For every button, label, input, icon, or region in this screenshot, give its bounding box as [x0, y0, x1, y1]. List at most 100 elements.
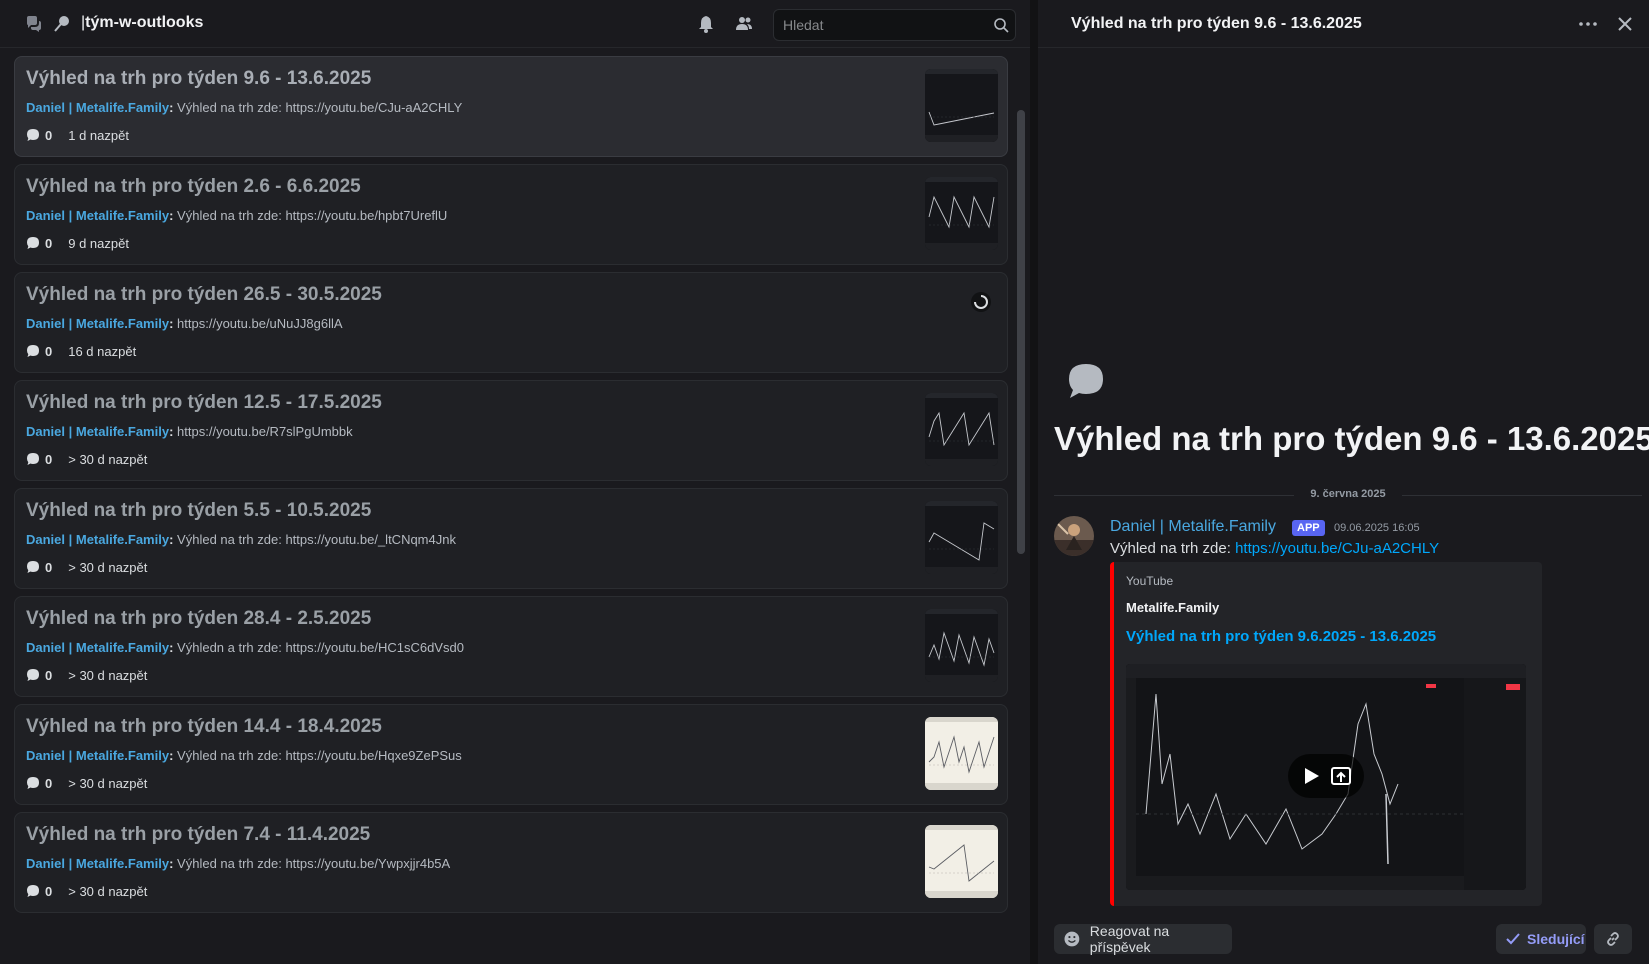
post-title[interactable]: Výhled na trh pro týden 12.5 - 17.5.2025 — [26, 392, 382, 414]
post-thumbnail[interactable] — [925, 825, 998, 898]
channel-name: |tým-w-outlooks — [81, 14, 204, 31]
app-badge: APP — [1292, 520, 1325, 536]
post-meta: 0 16 d nazpět — [26, 343, 136, 359]
post-title[interactable]: Výhled na trh pro týden 2.6 - 6.6.2025 — [26, 176, 361, 198]
post-title[interactable]: Výhled na trh pro týden 26.5 - 30.5.2025 — [26, 284, 382, 306]
search-input[interactable] — [783, 17, 985, 33]
post-card[interactable]: Výhled na trh pro týden 5.5 - 10.5.2025 D… — [14, 488, 1008, 589]
post-thumbnail[interactable] — [925, 717, 998, 790]
post-card[interactable]: Výhled na trh pro týden 9.6 - 13.6.2025 D… — [14, 56, 1008, 157]
post-author[interactable]: Daniel | Metalife.Family — [26, 856, 169, 871]
post-title[interactable]: Výhled na trh pro týden 7.4 - 11.4.2025 — [26, 824, 370, 846]
post-preview-text: Výhled na trh zde: https://youtu.be/CJu-… — [177, 100, 463, 115]
avatar[interactable] — [1054, 516, 1094, 556]
post-preview: Daniel | Metalife.Family: Výhled na trh … — [26, 208, 447, 223]
post-card[interactable]: Výhled na trh pro týden 14.4 - 18.4.2025… — [14, 704, 1008, 805]
app-window: |tým-w-outlooks Výhled na trh pro týden … — [0, 0, 1649, 964]
search-field[interactable] — [773, 9, 1016, 41]
post-meta: 0 > 30 d nazpět — [26, 451, 147, 467]
members-icon[interactable] — [734, 14, 754, 34]
reply-count: 0 — [45, 667, 53, 683]
thread-title: Výhled na trh pro týden 9.6 - 13.6.2025 — [1054, 420, 1649, 457]
post-age: > 30 d nazpět — [68, 667, 148, 683]
pin-icon — [54, 16, 69, 32]
copy-link-button[interactable] — [1594, 924, 1632, 954]
post-author[interactable]: Daniel | Metalife.Family — [26, 748, 169, 763]
post-meta: 0 > 30 d nazpět — [26, 883, 147, 899]
post-meta: 0 > 30 d nazpět — [26, 559, 147, 575]
message-content: Výhled na trh zde: https://youtu.be/CJu-… — [1110, 540, 1439, 557]
chat-bubble-icon — [27, 561, 39, 573]
link-icon — [1607, 932, 1619, 946]
close-icon[interactable] — [1615, 14, 1635, 34]
post-thumbnail[interactable] — [925, 177, 998, 250]
search-icon[interactable] — [993, 17, 1009, 33]
popout-icon[interactable] — [1330, 765, 1352, 787]
post-author-separator: : — [169, 424, 174, 439]
chat-bubble-icon — [1069, 364, 1103, 398]
post-thumbnail[interactable] — [925, 69, 998, 142]
embed-provider[interactable]: YouTube — [1126, 574, 1173, 588]
post-meta: 0 > 30 d nazpět — [26, 667, 147, 683]
post-meta: 0 > 30 d nazpět — [26, 775, 147, 791]
video-thumbnail[interactable] — [1126, 664, 1526, 890]
post-age: > 30 d nazpět — [68, 451, 148, 467]
reaction-icon — [1064, 931, 1080, 947]
post-author-separator: : — [169, 208, 174, 223]
react-to-post-button[interactable]: Reagovat na příspěvek — [1054, 923, 1232, 955]
post-title[interactable]: Výhled na trh pro týden 14.4 - 18.4.2025 — [26, 716, 382, 738]
post-preview-text: Výhledn a trh zde: https://youtu.be/HC1s… — [177, 640, 464, 655]
more-icon[interactable] — [1578, 14, 1598, 34]
post-author[interactable]: Daniel | Metalife.Family — [26, 208, 169, 223]
post-author[interactable]: Daniel | Metalife.Family — [26, 316, 169, 331]
post-preview: Daniel | Metalife.Family: Výhled na trh … — [26, 100, 462, 115]
post-age: 1 d nazpět — [68, 127, 129, 143]
post-author[interactable]: Daniel | Metalife.Family — [26, 640, 169, 655]
post-preview-text: https://youtu.be/R7slPgUmbbk — [177, 424, 353, 439]
embed-author[interactable]: Metalife.Family — [1126, 600, 1219, 615]
post-list: Výhled na trh pro týden 9.6 - 13.6.2025 D… — [0, 48, 1018, 964]
post-author-separator: : — [169, 316, 174, 331]
reply-count: 0 — [45, 343, 53, 359]
post-title[interactable]: Výhled na trh pro týden 5.5 - 10.5.2025 — [26, 500, 371, 522]
post-preview: Daniel | Metalife.Family: https://youtu.… — [26, 316, 343, 331]
post-card[interactable]: Výhled na trh pro týden 28.4 - 2.5.2025 D… — [14, 596, 1008, 697]
post-age: > 30 d nazpět — [68, 559, 148, 575]
post-title[interactable]: Výhled na trh pro týden 28.4 - 2.5.2025 — [26, 608, 371, 630]
post-preview-text: Výhled na trh zde: https://youtu.be/Hqxe… — [177, 748, 462, 763]
post-thumbnail[interactable] — [925, 609, 998, 682]
post-author-separator: : — [169, 532, 174, 547]
post-card[interactable]: Výhled na trh pro týden 26.5 - 30.5.2025… — [14, 272, 1008, 373]
post-card[interactable]: Výhled na trh pro týden 12.5 - 17.5.2025… — [14, 380, 1008, 481]
post-thumbnail[interactable] — [925, 393, 998, 466]
threads-icon[interactable] — [24, 14, 44, 34]
message-timestamp: 09.06.2025 16:05 — [1334, 522, 1420, 534]
post-title[interactable]: Výhled na trh pro týden 9.6 - 13.6.2025 — [26, 68, 371, 90]
bell-icon[interactable] — [696, 14, 716, 34]
following-button[interactable]: Sledující — [1496, 924, 1586, 954]
message-author[interactable]: Daniel | Metalife.Family — [1110, 518, 1276, 536]
channel-header: |tým-w-outlooks — [0, 0, 1030, 48]
play-icon[interactable] — [1300, 765, 1322, 787]
message-link[interactable]: https://youtu.be/CJu-aA2CHLY — [1235, 540, 1439, 557]
post-preview-text: Výhled na trh zde: https://youtu.be/_ltC… — [177, 532, 456, 547]
post-thumbnail[interactable] — [925, 501, 998, 574]
post-author-separator: : — [169, 640, 174, 655]
chat-bubble-icon — [27, 129, 39, 141]
post-age: > 30 d nazpět — [68, 883, 148, 899]
post-preview-text: https://youtu.be/uNuJJ8g6llA — [177, 316, 343, 331]
post-author[interactable]: Daniel | Metalife.Family — [26, 100, 169, 115]
post-card[interactable]: Výhled na trh pro týden 2.6 - 6.6.2025 Da… — [14, 164, 1008, 265]
post-author-separator: : — [169, 100, 174, 115]
scrollbar-thumb[interactable] — [1017, 110, 1025, 554]
panel-divider[interactable] — [1030, 0, 1038, 964]
post-card[interactable]: Výhled na trh pro týden 7.4 - 11.4.2025 D… — [14, 812, 1008, 913]
date-separator: 9. června 2025 — [1054, 487, 1642, 503]
post-author[interactable]: Daniel | Metalife.Family — [26, 424, 169, 439]
post-preview: Daniel | Metalife.Family: Výhledn a trh … — [26, 640, 464, 655]
scrollbar[interactable] — [1017, 110, 1025, 554]
post-author[interactable]: Daniel | Metalife.Family — [26, 532, 169, 547]
embed-title[interactable]: Výhled na trh pro týden 9.6.2025 - 13.6.… — [1126, 628, 1436, 645]
post-preview-text: Výhled na trh zde: https://youtu.be/Ywpx… — [177, 856, 451, 871]
chat-bubble-icon — [27, 777, 39, 789]
